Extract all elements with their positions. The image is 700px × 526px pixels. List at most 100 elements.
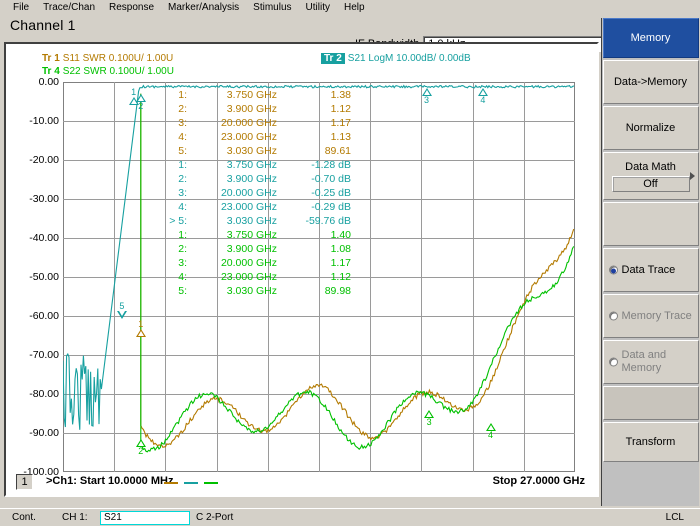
marker-triangle-icon [135, 328, 146, 337]
stop-frequency-label[interactable]: Stop 27.0000 GHz [493, 475, 585, 487]
radio-label-data-trace: Data Trace [621, 263, 676, 276]
marker-value: 1.40 [330, 229, 351, 241]
marker-index: 4: [178, 131, 187, 143]
marker-row[interactable]: 2: 3.900 GHz 1.08 [153, 242, 351, 256]
softkey-blank-2 [602, 386, 699, 420]
marker-row[interactable]: 3: 20.000 GHz 1.17 [153, 116, 351, 130]
plot-marker-4[interactable]: 4 [485, 423, 497, 440]
marker-index: > 5: [169, 215, 187, 227]
plot-marker-3[interactable]: 3 [421, 87, 433, 105]
marker-value: 1.13 [330, 131, 351, 143]
plot-marker-5[interactable]: 5 [116, 301, 128, 320]
plot-marker-2[interactable]: 2 [135, 438, 147, 456]
marker-triangle-icon [421, 87, 432, 96]
softkey-transform[interactable]: Transform [602, 422, 699, 462]
y-tick-1: -10.00 [29, 115, 59, 127]
marker-value: -59.76 dB [305, 215, 351, 227]
y-tick-7: -70.00 [29, 349, 59, 361]
marker-row[interactable]: 1: 3.750 GHz -1.28 dB [153, 158, 351, 172]
radio-label-memory-trace: Memory Trace [621, 309, 692, 322]
marker-index: 3: [178, 187, 187, 199]
marker-value: -0.70 dB [311, 173, 351, 185]
menu-item-response[interactable]: Response [102, 0, 161, 15]
trace-label-tr2[interactable]: Tr 2 S21 LogM 10.00dB/ 0.00dB [321, 53, 471, 64]
marker-index: 1: [178, 229, 187, 241]
y-tick-3: -30.00 [29, 193, 59, 205]
marker-row[interactable]: 2: 3.900 GHz 1.12 [153, 102, 351, 116]
marker-value: -1.28 dB [311, 159, 351, 171]
marker-value: 1.38 [330, 89, 351, 101]
marker-number: 3 [426, 416, 432, 427]
marker-number: 2 [138, 100, 144, 111]
marker-frequency: 3.030 GHz [226, 215, 277, 227]
softkey-data-math[interactable]: Data Math Off [602, 152, 699, 200]
marker-frequency: 20.000 GHz [220, 257, 277, 269]
marker-index: 4: [178, 201, 187, 213]
marker-triangle-icon [477, 87, 488, 96]
marker-frequency: 3.750 GHz [226, 229, 277, 241]
marker-value: 1.12 [330, 271, 351, 283]
menu-item-stimulus[interactable]: Stimulus [246, 0, 298, 15]
marker-row[interactable]: 4: 23.000 GHz -0.29 dB [153, 200, 351, 214]
start-frequency-label[interactable]: >Ch1: Start 10.0000 MHz [46, 475, 173, 487]
plot-marker-4[interactable]: 4 [477, 87, 489, 105]
status-parameter-field[interactable]: S21 [100, 511, 190, 525]
marker-row[interactable]: 5: 3.030 GHz 89.61 [153, 144, 351, 158]
graph-panel[interactable]: Tr 1 S11 SWR 0.100U/ 1.00U Tr 4 S22 SWR 0.… [4, 42, 599, 497]
plot-marker-2[interactable]: 2 [135, 93, 147, 111]
status-sweep-mode[interactable]: Cont. [12, 512, 36, 523]
marker-value: 1.17 [330, 257, 351, 269]
marker-triangle-icon [485, 423, 496, 432]
marker-triangle-icon [135, 93, 146, 102]
plot-marker-3[interactable]: 3 [423, 409, 435, 427]
marker-number: 3 [424, 94, 430, 105]
status-local-indicator[interactable]: LCL [666, 512, 684, 523]
radio-off-icon-2 [608, 357, 618, 367]
menu-bar: File Trace/Chan Response Marker/Analysis… [0, 0, 700, 15]
marker-triangle-icon [424, 409, 435, 418]
channel-number-box[interactable]: 1 [16, 474, 33, 490]
marker-row[interactable]: > 5: 3.030 GHz -59.76 dB [153, 214, 351, 228]
vna-application-window: File Trace/Chan Response Marker/Analysis… [0, 0, 700, 526]
menu-item-utility[interactable]: Utility [299, 0, 337, 15]
marker-frequency: 23.000 GHz [220, 271, 277, 283]
status-bar: Cont. CH 1: S21 C 2-Port LCL [0, 508, 700, 526]
trace-label-tr4[interactable]: Tr 4 S22 SWR 0.100U/ 1.00U [42, 66, 174, 77]
marker-row[interactable]: 1: 3.750 GHz 1.40 [153, 228, 351, 242]
legend-dash-tr2 [184, 482, 198, 484]
marker-row[interactable]: 3: 20.000 GHz -0.25 dB [153, 186, 351, 200]
marker-row[interactable]: 4: 23.000 GHz 1.12 [153, 270, 351, 284]
softkey-radio-data-and-memory[interactable]: Data and Memory [602, 340, 699, 384]
marker-index: 2: [178, 173, 187, 185]
legend-dash-tr1 [164, 482, 178, 484]
marker-row[interactable]: 1: 3.750 GHz 1.38 [153, 88, 351, 102]
status-calibration[interactable]: C 2-Port [196, 512, 233, 523]
marker-index: 1: [178, 89, 187, 101]
plot-marker-1[interactable]: 1 [135, 318, 147, 337]
menu-item-file[interactable]: File [6, 0, 36, 15]
radio-on-icon [608, 265, 618, 275]
marker-row[interactable]: 5: 3.030 GHz 89.98 [153, 284, 351, 298]
data-math-value[interactable]: Off [611, 175, 690, 192]
legend-dash-tr4 [204, 482, 218, 484]
marker-value: 89.61 [324, 145, 351, 157]
marker-row[interactable]: 2: 3.900 GHz -0.70 dB [153, 172, 351, 186]
trace-text-tr2: S21 LogM 10.00dB/ 0.00dB [347, 53, 471, 64]
marker-frequency: 3.900 GHz [226, 243, 277, 255]
menu-item-help[interactable]: Help [337, 0, 372, 15]
y-tick-9: -90.00 [29, 427, 59, 439]
softkey-radio-data-trace[interactable]: Data Trace [602, 248, 699, 292]
marker-number: 1 [138, 318, 144, 329]
marker-row[interactable]: 4: 23.000 GHz 1.13 [153, 130, 351, 144]
menu-item-marker-analysis[interactable]: Marker/Analysis [161, 0, 246, 15]
softkey-data-to-memory[interactable]: Data->Memory [602, 60, 699, 104]
trace-label-tr1[interactable]: Tr 1 S11 SWR 0.100U/ 1.00U [42, 53, 173, 64]
trace-text-tr4: S22 SWR 0.100U/ 1.00U [62, 66, 174, 77]
marker-row[interactable]: 3: 20.000 GHz 1.17 [153, 256, 351, 270]
marker-number: 5 [119, 301, 125, 312]
marker-value: 89.98 [324, 285, 351, 297]
softkey-radio-memory-trace[interactable]: Memory Trace [602, 294, 699, 338]
softkey-normalize[interactable]: Normalize [602, 106, 699, 150]
menu-item-trace-chan[interactable]: Trace/Chan [36, 0, 102, 15]
channel-header-row: Channel 1 IF Bandwidth 1.0 kHz [0, 15, 700, 52]
